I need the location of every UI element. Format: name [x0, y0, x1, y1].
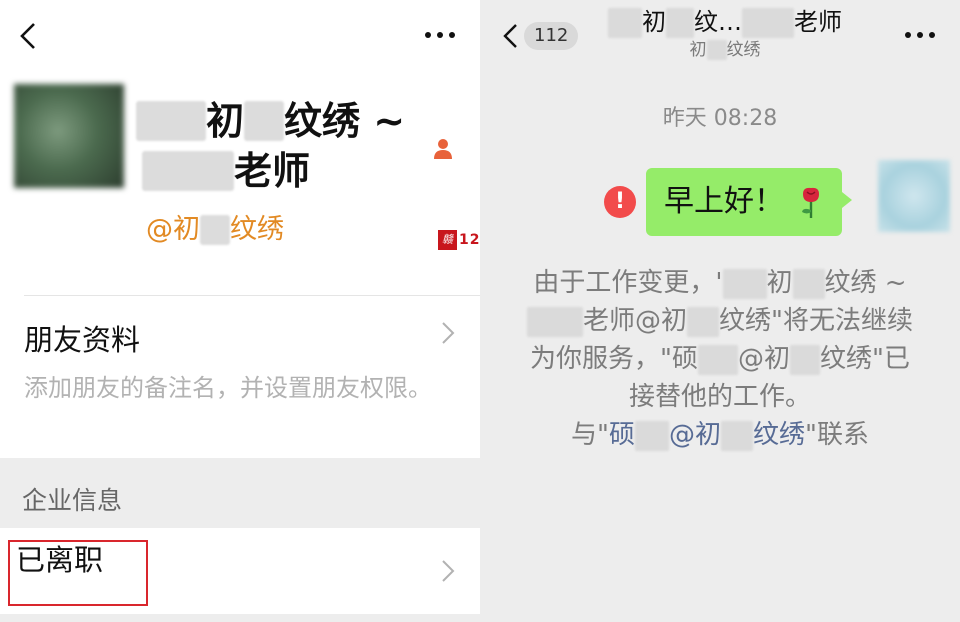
ellipsis-icon[interactable]	[900, 24, 940, 46]
chevron-left-icon[interactable]	[500, 22, 522, 50]
notice-text: @初	[737, 344, 790, 374]
redacted-block	[792, 268, 825, 299]
system-notice: 由于工作变更，' 初纹绣 ~老师@初 纹绣"将无法继续为你服务，"硕 @初 纹绣"已接替…	[520, 264, 920, 454]
send-failed-icon[interactable]: !	[604, 186, 636, 218]
chat-subtitle: 初纹绣	[590, 38, 860, 62]
redacted-block	[136, 101, 206, 141]
message-bubble[interactable]: 早上好！	[646, 168, 852, 236]
corp-part: @初	[146, 214, 200, 245]
chevron-right-icon[interactable]	[440, 320, 456, 346]
divider	[24, 295, 480, 296]
title-part: 初	[642, 8, 666, 36]
employment-status: 已离职	[16, 543, 104, 577]
redacted-block	[706, 40, 727, 60]
subtitle-part: 初	[689, 40, 707, 60]
watermark-text: 赣州	[438, 230, 457, 264]
employment-status-row[interactable]: 已离职	[0, 528, 480, 614]
link-part: 硕	[608, 420, 635, 450]
section-title-enterprise: 企业信息	[22, 486, 123, 515]
notice-text: 纹绣 ~	[824, 268, 907, 298]
message-timestamp: 昨天 08:28	[662, 106, 778, 131]
corp-part: 纹绣	[230, 214, 284, 245]
enterprise-contact-icon	[434, 139, 452, 159]
my-avatar[interactable]	[878, 160, 950, 232]
name-part: 初	[206, 99, 245, 143]
title-part: 纹…	[694, 8, 742, 36]
friend-profile-title[interactable]: 朋友资料	[24, 320, 140, 360]
contact-profile-panel: 初 纹绣 ~ 老师 @初 纹绣 赣州 123 朋友资料 添加朋友的备注名，并设置…	[0, 0, 490, 622]
notice-text: 与"	[571, 420, 609, 450]
redacted-block	[742, 8, 794, 38]
notice-text: 由于工作变更，'	[533, 268, 723, 298]
link-part: @初	[668, 420, 721, 450]
redacted-block	[722, 268, 767, 299]
redacted-block	[666, 8, 694, 38]
name-part: 老师	[234, 149, 311, 193]
notice-text: "联系	[805, 420, 869, 450]
chevron-left-icon[interactable]	[14, 20, 42, 52]
subtitle-part: 纹绣	[726, 40, 761, 60]
redacted-block	[527, 306, 583, 337]
unread-count-badge[interactable]: 112	[524, 22, 579, 50]
ellipsis-icon[interactable]	[420, 24, 460, 46]
redacted-block	[634, 420, 669, 451]
title-part: 老师	[794, 8, 842, 36]
chat-panel: 112 初纹… 老师 初纹绣 昨天 08:28 ! 早上好！ 由于工作变更，' 初纹…	[480, 0, 960, 622]
rose-emoji-icon	[802, 187, 819, 218]
contact-name: 初 纹绣 ~ 老师	[136, 96, 405, 196]
notice-text: 老师@初	[583, 306, 688, 336]
redacted-block	[244, 101, 285, 141]
redacted-block	[687, 306, 720, 337]
avatar[interactable]	[14, 84, 124, 188]
chevron-right-icon[interactable]	[440, 558, 456, 584]
profile-card: 初 纹绣 ~ 老师 @初 纹绣 赣州 123 朋友资料 添加朋友的备注名，并设置…	[0, 0, 490, 458]
name-part: 纹绣 ~	[284, 99, 406, 143]
message-text: 早上好！	[664, 184, 784, 219]
contact-link[interactable]: 硕 @初 纹绣	[608, 420, 806, 451]
friend-profile-description: 添加朋友的备注名，并设置朋友权限。	[24, 374, 432, 402]
redacted-block	[697, 344, 738, 375]
link-part: 纹绣	[753, 420, 806, 450]
redacted-block	[721, 420, 753, 451]
redacted-block	[200, 215, 230, 245]
redacted-block	[608, 8, 642, 38]
redacted-block	[790, 344, 820, 375]
notice-text: 初	[766, 268, 793, 298]
corp-name: @初 纹绣	[146, 212, 284, 248]
chat-title: 初纹… 老师	[590, 6, 860, 38]
redacted-block	[142, 151, 234, 191]
